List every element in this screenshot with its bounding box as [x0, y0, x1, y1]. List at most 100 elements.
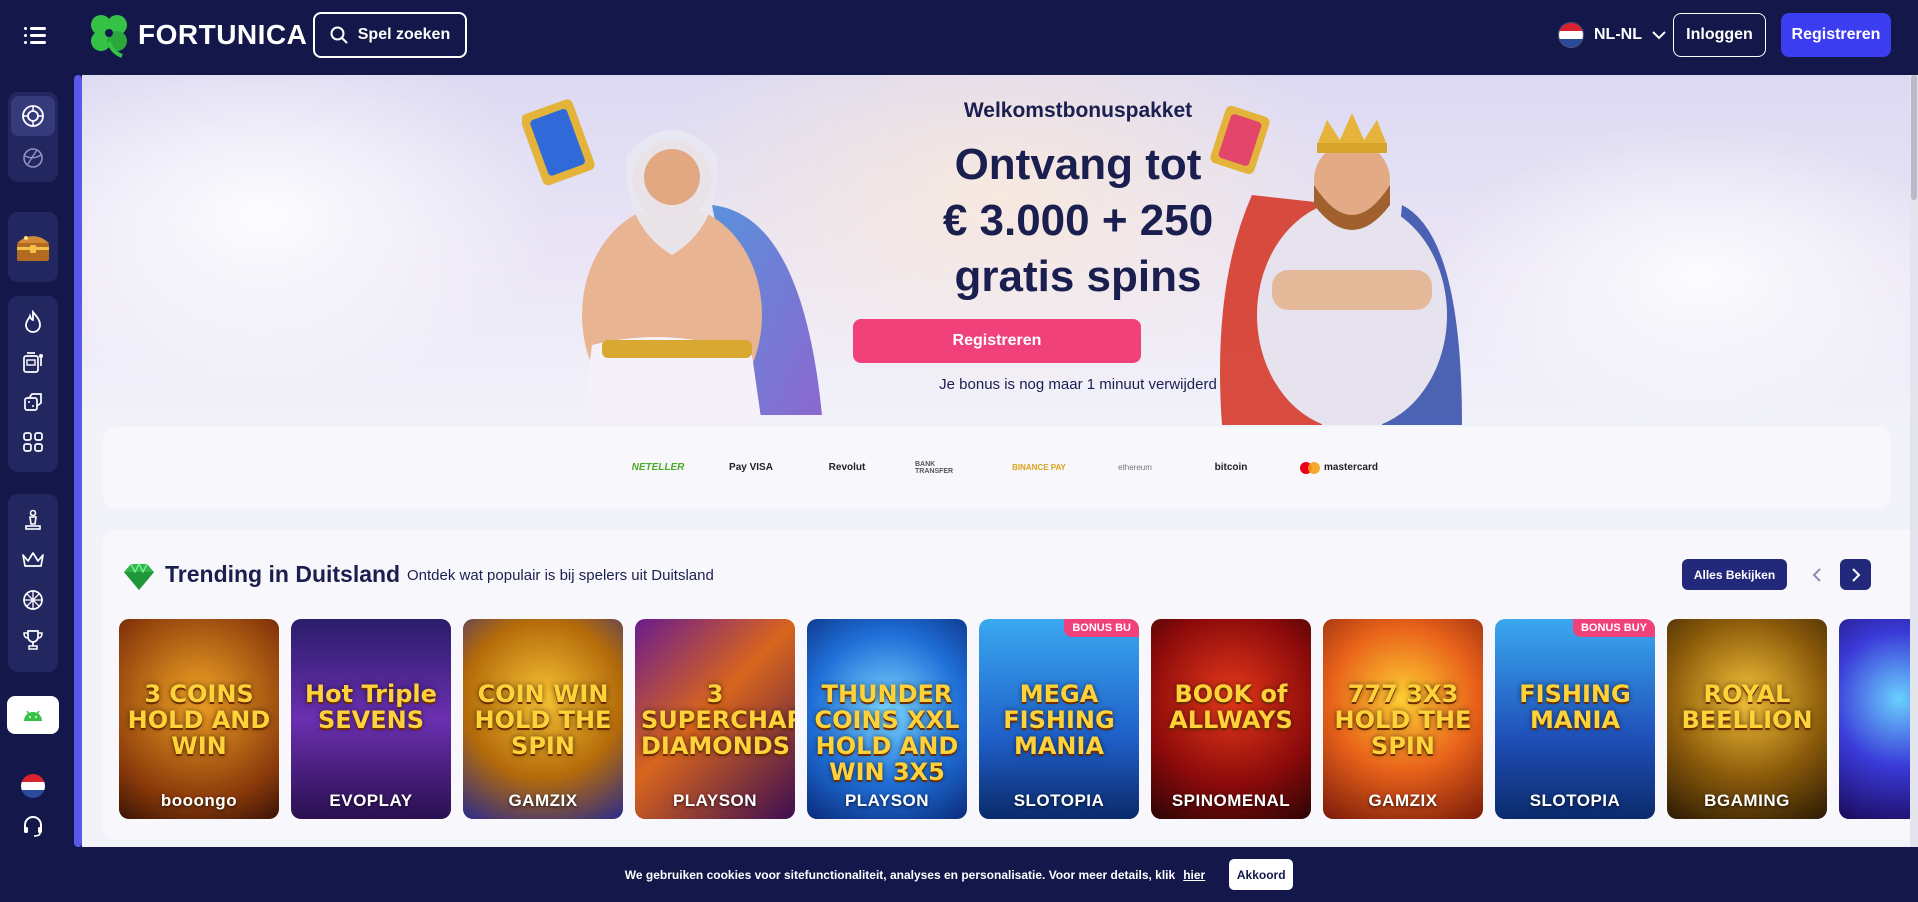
- crown-icon: [22, 552, 44, 567]
- brand-name: FORTUNICA: [138, 19, 308, 50]
- sidebar-item-slots[interactable]: [11, 342, 55, 382]
- menu-toggle-button[interactable]: [24, 22, 54, 48]
- login-button[interactable]: Inloggen: [1673, 13, 1766, 57]
- carousel-next-button[interactable]: [1840, 559, 1871, 590]
- game-card[interactable]: THUNDER COINS XXL HOLD AND WIN 3X5 PLAYS…: [807, 619, 967, 819]
- game-title: MEGA FISHING MANIA: [1003, 680, 1115, 760]
- dice-icon: [24, 393, 42, 411]
- register-button[interactable]: Registreren: [1781, 13, 1891, 57]
- sidebar-item-sports[interactable]: [11, 138, 55, 178]
- sidebar-item-hot[interactable]: [11, 302, 55, 342]
- payment-logo-applepay: Pay VISA: [729, 462, 773, 473]
- game-title: THUNDER COINS XXL HOLD AND WIN 3X5: [814, 680, 960, 786]
- cookie-banner: We gebruiken cookies voor sitefunctional…: [0, 847, 1918, 902]
- sidebar-item-all-games[interactable]: [11, 422, 55, 462]
- game-provider: GAMZIX: [508, 791, 578, 810]
- sidebar-item-tournaments[interactable]: [11, 620, 55, 660]
- see-all-button[interactable]: Alles Bekijken: [1682, 559, 1787, 590]
- game-card[interactable]: BONUS BUY FISHING MANIA SLOTOPIA: [1495, 619, 1655, 819]
- welcome-bonus-banner: Welkomstbonuspakket Ontvang tot € 3.000 …: [82, 75, 1914, 425]
- language-code: NL-NL: [1594, 26, 1642, 43]
- game-card[interactable]: Hot Triple SEVENS EVOPLAY: [291, 619, 451, 819]
- brand-logo[interactable]: FORTUNICA: [88, 10, 307, 60]
- chevron-left-icon: [1812, 567, 1821, 582]
- globe-icon: [23, 148, 43, 168]
- game-card[interactable]: BONUS BU MEGA FISHING MANIA SLOTOPIA: [979, 619, 1139, 819]
- game-card[interactable]: ROYAL BEELLION BGAMING: [1667, 619, 1827, 819]
- carousel-prev-button[interactable]: [1801, 559, 1832, 590]
- sidebar-group-rewards: [8, 212, 58, 282]
- clover-logo-icon: [91, 15, 127, 58]
- payment-methods-strip: NETELLER Pay VISA Revolut BANK TRANSFER …: [103, 427, 1891, 508]
- search-icon: [330, 26, 348, 44]
- game-card[interactable]: 3 SUPERCHARGED DIAMONDS PLAYSON: [635, 619, 795, 819]
- game-title: BOOK of ALLWAYS: [1169, 680, 1293, 734]
- roulette-icon: [22, 105, 44, 127]
- support-button[interactable]: [21, 814, 45, 838]
- game-provider: PLAYSON: [672, 791, 758, 810]
- main-content: Welkomstbonuspakket Ontvang tot € 3.000 …: [82, 75, 1914, 902]
- sidebar-item-wheel[interactable]: [11, 580, 55, 620]
- game-card[interactable]: COIN WIN HOLD THE SPIN GAMZIX: [463, 619, 623, 819]
- language-flag-icon[interactable]: [21, 774, 45, 798]
- headset-icon: [24, 816, 42, 837]
- sidebar-group-casino: [8, 92, 58, 182]
- bonus-note: Je bonus is nog maar 1 minuut verwijderd: [939, 376, 1217, 393]
- game-card[interactable]: BOOK of ALLWAYS SPINOMENAL: [1151, 619, 1311, 819]
- cookie-accept-button[interactable]: Akkoord: [1229, 859, 1294, 890]
- game-card[interactable]: 777 3X3 HOLD THE SPIN GAMZIX: [1323, 619, 1483, 819]
- search-games-button[interactable]: Spel zoeken: [313, 12, 467, 58]
- android-icon: [24, 710, 42, 721]
- game-title: Hot Triple SEVENS: [305, 680, 437, 734]
- game-provider: SLOTOPIA: [1013, 791, 1105, 810]
- game-title: 3 SUPERCHARGED DIAMONDS: [641, 680, 795, 760]
- diamond-icon: [124, 562, 154, 590]
- payment-logo-mastercard: mastercard: [1291, 427, 1387, 508]
- cookie-details-link[interactable]: hier: [1183, 868, 1205, 882]
- bonus-headline: Ontvang tot € 3.000 + 250 gratis spins: [782, 137, 1374, 305]
- search-games-label: Spel zoeken: [357, 26, 451, 43]
- game-title: ROYAL BEELLION: [1681, 680, 1813, 734]
- section-title: Trending in Duitsland: [165, 561, 401, 587]
- hero-register-button[interactable]: Registreren: [853, 319, 1141, 363]
- sidebar-group-extras: [8, 494, 58, 672]
- game-card[interactable]: 3 COINS HOLD AND WIN booongo: [119, 619, 279, 819]
- game-title: 3 COINS HOLD AND WIN: [127, 680, 271, 760]
- sidebar-item-vip[interactable]: [11, 540, 55, 580]
- page-scrollbar-thumb[interactable]: [1911, 75, 1917, 200]
- game-provider: GAMZIX: [1368, 791, 1438, 810]
- bonus-headline-line: gratis spins: [954, 252, 1202, 301]
- android-app-button[interactable]: [7, 696, 59, 734]
- language-selector[interactable]: NL-NL: [1558, 20, 1666, 50]
- sidebar-group-games: [8, 296, 58, 472]
- bonus-buy-badge: BONUS BU: [1064, 619, 1139, 637]
- chevron-down-icon: [1652, 31, 1666, 40]
- sidebar-item-board-games[interactable]: [11, 500, 55, 540]
- payment-logo-ethereum: ethereum: [1118, 463, 1152, 472]
- game-provider: SPINOMENAL: [1171, 791, 1291, 810]
- payment-logo-binance-pay: BINANCE PAY: [1012, 463, 1066, 472]
- payment-logo-bank-transfer: BANK TRANSFER: [915, 460, 954, 475]
- sidebar-item-casino[interactable]: [11, 96, 55, 136]
- netherlands-flag-icon: [1558, 22, 1584, 48]
- bonus-headline-line: € 3.000 + 250: [942, 196, 1214, 245]
- flame-icon: [25, 310, 41, 333]
- chevron-right-icon: [1851, 567, 1860, 582]
- payment-logo-bitcoin: bitcoin: [1214, 462, 1248, 473]
- trending-section: Trending in Duitsland Ontdek wat populai…: [103, 530, 1914, 840]
- sidebar-item-rewards[interactable]: [11, 224, 55, 270]
- trophy-icon: [23, 630, 43, 650]
- game-card[interactable]: [1839, 619, 1914, 819]
- payment-logo-mastercard-label: mastercard: [1324, 462, 1378, 473]
- payment-logo-revolut: Revolut: [828, 462, 866, 473]
- game-provider: PLAYSON: [844, 791, 930, 810]
- section-subtitle: Ontdek wat populair is bij spelers uit D…: [407, 567, 714, 584]
- content-accent-bar: [74, 75, 82, 847]
- game-provider: EVOPLAY: [329, 791, 413, 810]
- left-sidebar: [0, 70, 66, 902]
- game-title: FISHING MANIA: [1519, 680, 1631, 734]
- sidebar-item-table-games[interactable]: [11, 382, 55, 422]
- top-header: FORTUNICA Spel zoeken NL-NL Inloggen Reg…: [0, 0, 1918, 70]
- slot-machine-icon: [23, 352, 43, 373]
- game-title: COIN WIN HOLD THE SPIN: [474, 680, 612, 760]
